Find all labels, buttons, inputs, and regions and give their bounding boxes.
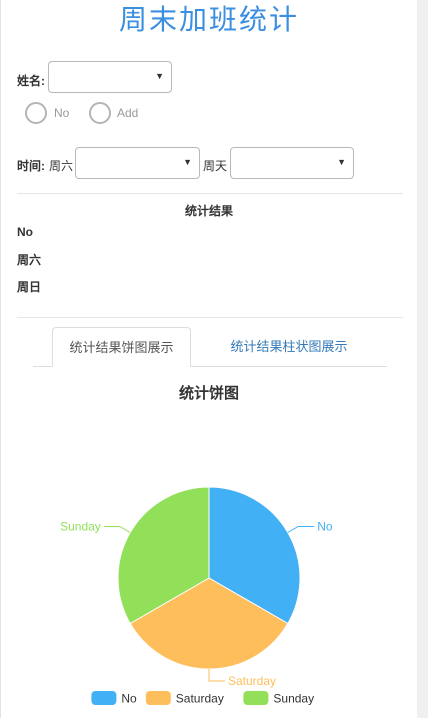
page-background-strip xyxy=(417,0,428,718)
pie-label-line xyxy=(287,526,315,533)
pie-label-saturday: Saturday xyxy=(228,674,276,688)
legend-swatch-saturday[interactable] xyxy=(145,691,171,705)
legend-label-no[interactable]: No xyxy=(121,692,137,706)
pie-label-line xyxy=(208,669,225,682)
pie-chart: No Saturday Sunday No Saturday Sunday xyxy=(60,486,333,706)
legend-label-saturday[interactable]: Saturday xyxy=(176,692,224,706)
legend-swatch-sunday[interactable] xyxy=(243,691,269,705)
legend-swatch-no[interactable] xyxy=(91,691,117,705)
pie-label-sunday: Sunday xyxy=(60,520,101,534)
pie-label-line xyxy=(103,526,131,533)
legend-label-sunday[interactable]: Sunday xyxy=(273,692,314,706)
pie-label-no: No xyxy=(317,520,333,534)
main-panel: 周末加班统计 姓名: ▼ No Add 时间: 周六 ▼ 周天 ▼ 统计结果 N… xyxy=(0,0,418,718)
